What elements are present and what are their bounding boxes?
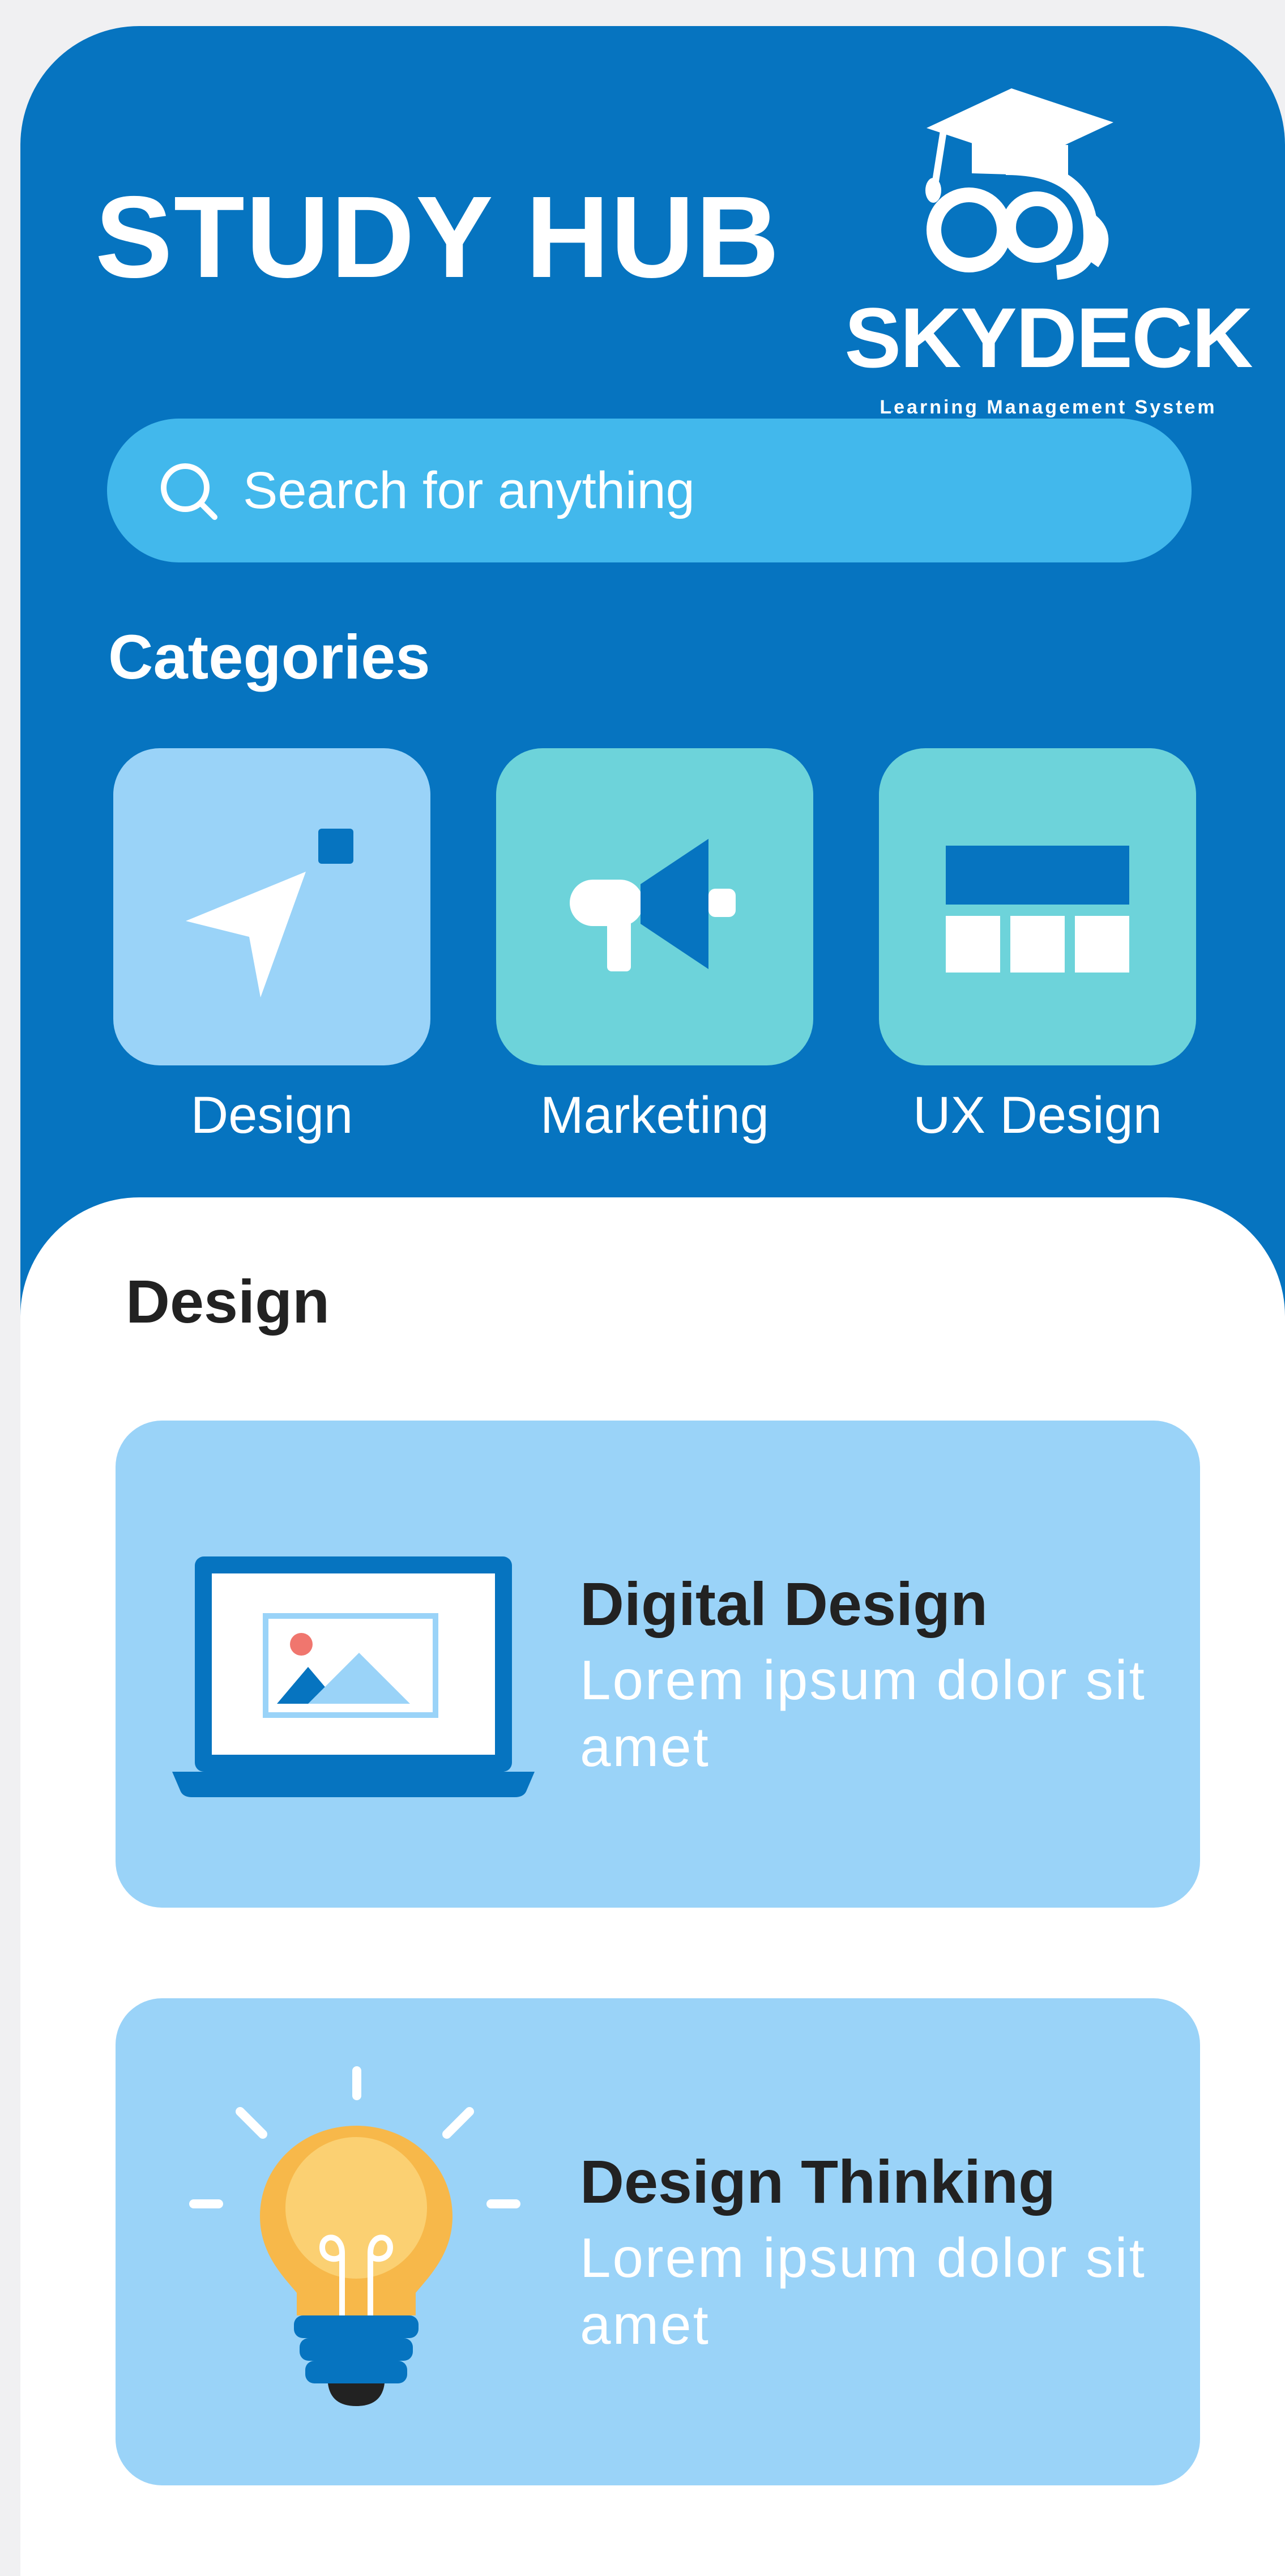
content-panel: Design Digital Design Lorem ipsum dolor … (20, 1197, 1285, 2576)
categories-heading: Categories (108, 622, 430, 692)
layout-grid-icon (946, 846, 1129, 973)
graduation-cap-logo-icon (925, 88, 1113, 280)
category-label: Marketing (540, 1086, 769, 1144)
category-tile[interactable] (496, 748, 813, 1065)
course-title: Digital Design (580, 1570, 988, 1638)
course-title: Design Thinking (580, 2147, 1056, 2216)
category-tile[interactable] (113, 748, 430, 1065)
laptop-image-icon (172, 1556, 535, 1797)
course-description: Lorem ipsum dolor sit amet (580, 1649, 1146, 1778)
category-marketing[interactable]: Marketing (496, 748, 813, 1144)
category-label: UX Design (913, 1086, 1162, 1144)
search-bar[interactable] (107, 419, 1192, 562)
cursor-arrow-icon (186, 829, 353, 997)
course-card-design-thinking[interactable]: Design Thinking Lorem ipsum dolor sit am… (116, 1998, 1200, 2485)
section-title: Design (126, 1267, 330, 1336)
course-description: Lorem ipsum dolor sit amet (580, 2227, 1146, 2356)
header-panel: STUDY HUB SKYDECK Learning Management Sy… (20, 26, 1285, 1397)
search-input[interactable] (243, 419, 1149, 562)
logo-tagline: Learning Management System (880, 396, 1217, 418)
logo-wordmark: SKYDECK (844, 290, 1253, 385)
app-screen: STUDY HUB SKYDECK Learning Management Sy… (20, 26, 1285, 2576)
course-card-digital-design[interactable]: Digital Design Lorem ipsum dolor sit ame… (116, 1421, 1200, 1908)
category-design[interactable]: Design (113, 748, 430, 1144)
skydeck-logo: SKYDECK Learning Management System (830, 83, 1266, 423)
light-bulb-icon (189, 2066, 520, 2406)
category-label: Design (190, 1086, 353, 1144)
search-icon (161, 463, 217, 520)
category-ux-design[interactable]: UX Design (879, 748, 1196, 1144)
app-title: STUDY HUB (95, 172, 781, 302)
category-tile[interactable] (879, 748, 1196, 1065)
megaphone-icon (570, 839, 736, 971)
